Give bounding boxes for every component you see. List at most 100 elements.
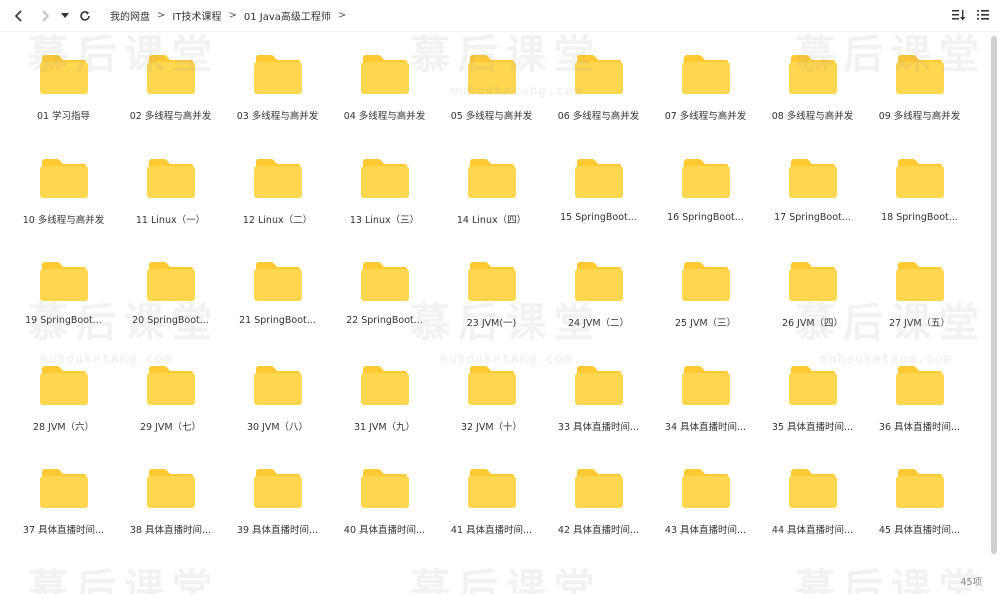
folder-icon — [895, 55, 944, 94]
folder-item[interactable]: 17 SpringBoot... — [759, 150, 866, 254]
folder-icon — [574, 469, 623, 508]
forward-button[interactable] — [34, 5, 56, 27]
folder-icon — [681, 365, 730, 405]
breadcrumb-item[interactable]: IT技术课程 — [172, 8, 221, 23]
folder-icon — [788, 262, 837, 301]
folder-item[interactable]: 25 JVM（三） — [652, 253, 759, 357]
folder-label: 08 多线程与高并发 — [771, 111, 854, 122]
folder-label: 43 具体直播时间... — [664, 525, 747, 536]
folder-item[interactable]: 40 具体直播时间... — [331, 460, 438, 564]
scrollbar-thumb[interactable] — [991, 36, 997, 554]
folder-item[interactable]: 43 具体直播时间... — [652, 460, 759, 564]
folder-item[interactable]: 45 具体直播时间... — [866, 460, 973, 564]
folder-item[interactable]: 27 JVM（五） — [866, 253, 973, 357]
folder-label: 22 SpringBoot... — [346, 315, 423, 326]
breadcrumb-item[interactable]: 我的网盘 — [110, 8, 150, 23]
folder-item[interactable]: 38 具体直播时间... — [117, 460, 224, 564]
folder-item[interactable]: 39 具体直播时间... — [224, 460, 331, 564]
folder-label: 29 JVM（七） — [139, 421, 202, 433]
breadcrumb-separator: > — [337, 10, 347, 21]
folder-icon — [39, 158, 88, 198]
refresh-button[interactable] — [74, 5, 96, 27]
folder-item[interactable]: 42 具体直播时间... — [545, 460, 652, 564]
folder-label: 11 Linux（一） — [135, 214, 206, 226]
folder-item[interactable]: 01 学习指导 — [10, 46, 117, 150]
back-button[interactable] — [8, 5, 30, 27]
breadcrumb-separator: > — [228, 10, 237, 21]
breadcrumb: 我的网盘 > IT技术课程 > 01 Java高级工程师 > — [110, 8, 353, 23]
folder-item[interactable]: 41 具体直播时间... — [438, 460, 545, 564]
scrollbar-track[interactable] — [991, 36, 997, 554]
folder-item[interactable]: 13 Linux（三） — [331, 150, 438, 254]
folder-item[interactable]: 36 具体直播时间... — [866, 357, 973, 461]
toolbar: 我的网盘 > IT技术课程 > 01 Java高级工程师 > — [0, 0, 1000, 32]
folder-item[interactable]: 05 多线程与高并发 — [438, 46, 545, 150]
folder-item[interactable]: 19 SpringBoot... — [10, 253, 117, 357]
folder-label: 32 JVM（十） — [460, 421, 523, 433]
folder-item[interactable]: 37 具体直播时间... — [10, 460, 117, 564]
folder-label: 09 多线程与高并发 — [878, 111, 961, 122]
folder-icon — [681, 158, 730, 198]
folder-label: 36 具体直播时间... — [878, 421, 961, 433]
folder-item[interactable]: 12 Linux（二） — [224, 150, 331, 254]
folder-item[interactable]: 04 多线程与高并发 — [331, 46, 438, 150]
folder-item[interactable]: 06 多线程与高并发 — [545, 46, 652, 150]
folder-item[interactable]: 03 多线程与高并发 — [224, 46, 331, 150]
folder-icon — [146, 55, 195, 94]
folder-label: 10 多线程与高并发 — [22, 214, 105, 226]
breadcrumb-item[interactable]: 01 Java高级工程师 — [244, 8, 331, 23]
folder-icon — [574, 365, 623, 405]
folder-item[interactable]: 29 JVM（七） — [117, 357, 224, 461]
folder-item[interactable]: 35 具体直播时间... — [759, 357, 866, 461]
folder-item[interactable]: 23 JVM(一) — [438, 253, 545, 357]
folder-item[interactable]: 18 SpringBoot... — [866, 150, 973, 254]
sort-icon — [952, 10, 966, 21]
folder-label: 44 具体直播时间... — [771, 525, 854, 536]
folder-icon — [467, 365, 516, 405]
folder-item[interactable]: 22 SpringBoot... — [331, 253, 438, 357]
folder-item[interactable]: 26 JVM（四） — [759, 253, 866, 357]
folder-item[interactable]: 31 JVM（九） — [331, 357, 438, 461]
folder-item[interactable]: 08 多线程与高并发 — [759, 46, 866, 150]
folder-label: 45 具体直播时间... — [878, 525, 961, 536]
folder-item[interactable]: 16 SpringBoot... — [652, 150, 759, 254]
folder-item[interactable]: 21 SpringBoot... — [224, 253, 331, 357]
folder-icon — [467, 469, 516, 508]
folder-item[interactable]: 32 JVM（十） — [438, 357, 545, 461]
folder-icon — [788, 158, 837, 198]
folder-item[interactable]: 24 JVM（二） — [545, 253, 652, 357]
folder-icon — [146, 158, 195, 198]
folder-item[interactable]: 14 Linux（四） — [438, 150, 545, 254]
folder-icon — [895, 469, 944, 508]
folder-item[interactable]: 07 多线程与高并发 — [652, 46, 759, 150]
folder-label: 21 SpringBoot... — [239, 315, 316, 326]
folder-item[interactable]: 28 JVM（六） — [10, 357, 117, 461]
folder-item[interactable]: 11 Linux（一） — [117, 150, 224, 254]
folder-item[interactable]: 34 具体直播时间... — [652, 357, 759, 461]
folder-item[interactable]: 02 多线程与高并发 — [117, 46, 224, 150]
folder-label: 34 具体直播时间... — [664, 421, 747, 433]
folder-item[interactable]: 09 多线程与高并发 — [866, 46, 973, 150]
folder-icon — [253, 469, 302, 508]
view-mode-button[interactable] — [976, 8, 990, 22]
folder-label: 35 具体直播时间... — [771, 421, 854, 433]
folder-icon — [146, 365, 195, 405]
folder-icon — [39, 365, 88, 405]
folder-label: 15 SpringBoot... — [560, 211, 637, 223]
folder-item[interactable]: 20 SpringBoot... — [117, 253, 224, 357]
folder-item[interactable]: 33 具体直播时间... — [545, 357, 652, 461]
folder-icon — [39, 262, 88, 301]
history-dropdown-button[interactable] — [58, 5, 72, 27]
folder-icon — [253, 158, 302, 198]
folder-item[interactable]: 15 SpringBoot... — [545, 150, 652, 254]
folder-icon — [895, 365, 944, 405]
folder-label: 05 多线程与高并发 — [450, 111, 533, 122]
folder-icon — [360, 469, 409, 508]
sort-button[interactable] — [952, 8, 966, 22]
folder-item[interactable]: 44 具体直播时间... — [759, 460, 866, 564]
folder-item[interactable]: 30 JVM（八） — [224, 357, 331, 461]
folder-icon — [360, 55, 409, 94]
folder-item[interactable]: 10 多线程与高并发 — [10, 150, 117, 254]
folder-label: 25 JVM（三） — [674, 318, 737, 329]
folder-label: 04 多线程与高并发 — [343, 111, 426, 122]
